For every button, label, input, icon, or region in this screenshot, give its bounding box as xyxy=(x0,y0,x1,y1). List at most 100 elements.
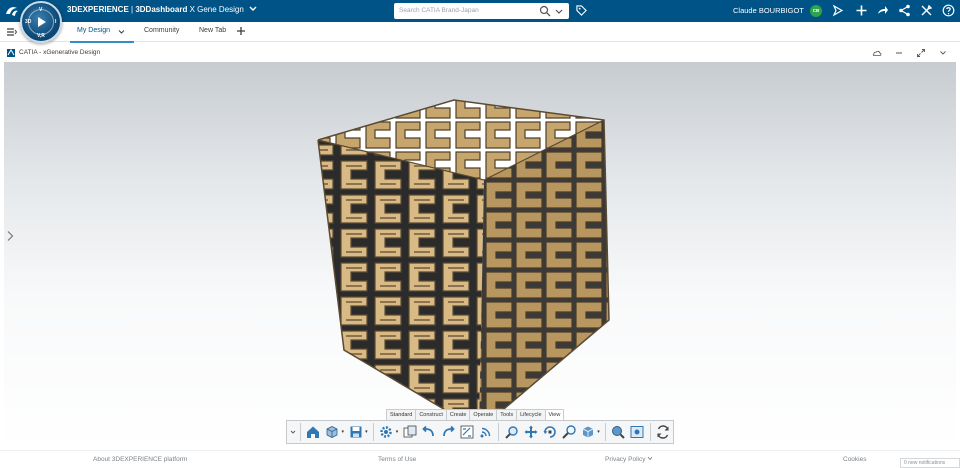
search-box[interactable]: Search CATIA Brand-Japan xyxy=(394,3,569,19)
side-menu-icon[interactable] xyxy=(6,27,17,37)
action-tab-construct[interactable]: Construct xyxy=(415,409,447,420)
compass-east-quadrant[interactable]: I xyxy=(55,19,56,25)
redo-button[interactable] xyxy=(439,423,456,441)
app-title[interactable]: 3DEXPERIENCE | 3DDashboard X Gene Design xyxy=(67,5,257,14)
tab-community[interactable]: Community xyxy=(144,27,179,34)
notifications-badge[interactable]: 0 new notifications xyxy=(900,458,960,468)
action-tab-operate[interactable]: Operate xyxy=(469,409,498,420)
tag-icon[interactable] xyxy=(576,5,587,16)
capture-button[interactable] xyxy=(629,423,646,441)
brand-name: 3DEXPERIENCE xyxy=(67,5,129,14)
active-tab-indicator xyxy=(70,41,134,43)
broadcast-icon xyxy=(480,427,491,438)
measure-icon xyxy=(460,425,474,439)
rotate-button[interactable] xyxy=(541,423,558,441)
action-tab-view[interactable]: View xyxy=(544,409,565,420)
share-icon[interactable] xyxy=(832,4,845,17)
tab-my-design[interactable]: My Design xyxy=(77,27,110,34)
widget-menu-chevron-icon[interactable] xyxy=(938,48,948,58)
view-cube-button[interactable] xyxy=(323,423,340,441)
settings-options-dropdown[interactable]: ▾ xyxy=(396,423,401,441)
action-tab-tools[interactable]: Tools xyxy=(496,409,518,420)
search-icon[interactable] xyxy=(539,5,551,17)
action-bar-separator xyxy=(498,423,500,441)
compass-south-quadrant[interactable]: V,R xyxy=(37,33,45,39)
model-left-face xyxy=(318,140,484,430)
render-style-button[interactable] xyxy=(579,423,596,441)
search-options-chevron-icon[interactable] xyxy=(554,6,564,16)
catia-app-icon xyxy=(7,49,15,57)
dashboard-name: X Gene Design xyxy=(189,5,244,14)
broadcast-button[interactable] xyxy=(477,423,494,441)
save-icon xyxy=(350,426,362,438)
chevron-down-icon[interactable] xyxy=(249,6,257,12)
zoom-area-icon xyxy=(562,425,576,439)
settings-button[interactable] xyxy=(378,423,395,441)
collapse-chevron-icon[interactable] xyxy=(290,429,296,435)
footer: About 3DEXPERIENCE platform Terms of Use… xyxy=(0,450,960,468)
add-icon[interactable] xyxy=(855,4,868,17)
lattice-cube-model[interactable] xyxy=(304,90,644,435)
action-bar-separator xyxy=(372,423,374,441)
footer-terms-link[interactable]: Terms of Use xyxy=(378,456,416,463)
home-view-icon xyxy=(306,426,319,438)
magnifier-button[interactable] xyxy=(610,423,627,441)
dassault-logo-icon[interactable] xyxy=(4,3,20,19)
footer-privacy-link[interactable]: Privacy Policy xyxy=(605,456,653,463)
action-bar-separator xyxy=(649,423,651,441)
cloud-icon[interactable] xyxy=(872,48,882,58)
user-name[interactable]: Claude BOURBIGOT xyxy=(733,6,804,15)
save-button[interactable] xyxy=(347,423,364,441)
action-bar-separator xyxy=(299,423,301,441)
dashboard-tab-bar: My Design Community New Tab xyxy=(0,22,960,43)
top-bar: 3DEXPERIENCE | 3DDashboard X Gene Design… xyxy=(0,0,960,22)
action-tab-standard[interactable]: Standard xyxy=(386,409,417,420)
forward-icon[interactable] xyxy=(876,4,889,17)
capture-icon xyxy=(630,426,644,438)
compass-north-quadrant[interactable]: V xyxy=(39,7,42,13)
magnifier-icon xyxy=(612,426,626,439)
action-bar-tabs: Standard Construct Create Operate Tools … xyxy=(386,409,565,420)
tools-icon[interactable] xyxy=(920,4,933,17)
compass-play-icon[interactable] xyxy=(38,17,46,27)
footer-cookies-link[interactable]: Cookies xyxy=(843,456,866,463)
view-options-dropdown[interactable]: ▾ xyxy=(341,423,346,441)
action-bar-separator xyxy=(605,423,606,441)
compare-button[interactable] xyxy=(402,423,419,441)
compass-widget[interactable]: V 3D I V,R xyxy=(20,1,62,43)
refresh-button[interactable] xyxy=(655,423,672,441)
pan-button[interactable] xyxy=(522,423,539,441)
search-input[interactable]: Search CATIA Brand-Japan xyxy=(399,7,479,14)
undo-button[interactable] xyxy=(421,423,438,441)
help-icon[interactable] xyxy=(942,4,955,17)
widget-title: CATIA - xGenerative Design xyxy=(19,49,101,56)
action-bar: ▾ ▾ ▾ ▾ xyxy=(286,420,674,444)
compass-west-quadrant[interactable]: 3D xyxy=(25,19,31,25)
compare-icon xyxy=(403,425,417,438)
minimize-icon[interactable] xyxy=(894,48,904,58)
pan-icon xyxy=(524,425,538,439)
action-tab-create[interactable]: Create xyxy=(445,409,471,420)
zoom-icon xyxy=(505,426,518,439)
3d-viewer[interactable] xyxy=(4,62,956,450)
maximize-icon[interactable] xyxy=(916,48,926,58)
measure-button[interactable] xyxy=(458,423,475,441)
avatar[interactable]: CB xyxy=(810,5,822,17)
zoom-area-button[interactable] xyxy=(560,423,577,441)
render-style-icon xyxy=(582,426,593,438)
zoom-button[interactable] xyxy=(503,423,520,441)
footer-privacy-label: Privacy Policy xyxy=(605,456,646,463)
save-options-dropdown[interactable]: ▾ xyxy=(365,423,370,441)
render-style-dropdown[interactable]: ▾ xyxy=(597,423,602,441)
network-icon[interactable] xyxy=(898,4,911,17)
add-tab-icon[interactable] xyxy=(236,26,246,36)
action-tab-lifecycle[interactable]: Lifecycle xyxy=(516,409,546,420)
home-view-button[interactable] xyxy=(304,423,321,441)
footer-about-link[interactable]: About 3DEXPERIENCE platform xyxy=(93,456,187,463)
tab-chevron-down-icon[interactable] xyxy=(118,29,125,35)
widget-header: CATIA - xGenerative Design xyxy=(4,44,956,62)
undo-icon xyxy=(422,425,434,437)
expand-panel-chevron-icon[interactable] xyxy=(6,230,15,242)
tab-new-tab[interactable]: New Tab xyxy=(199,27,226,34)
action-bar-collapse-handle[interactable] xyxy=(289,422,297,442)
